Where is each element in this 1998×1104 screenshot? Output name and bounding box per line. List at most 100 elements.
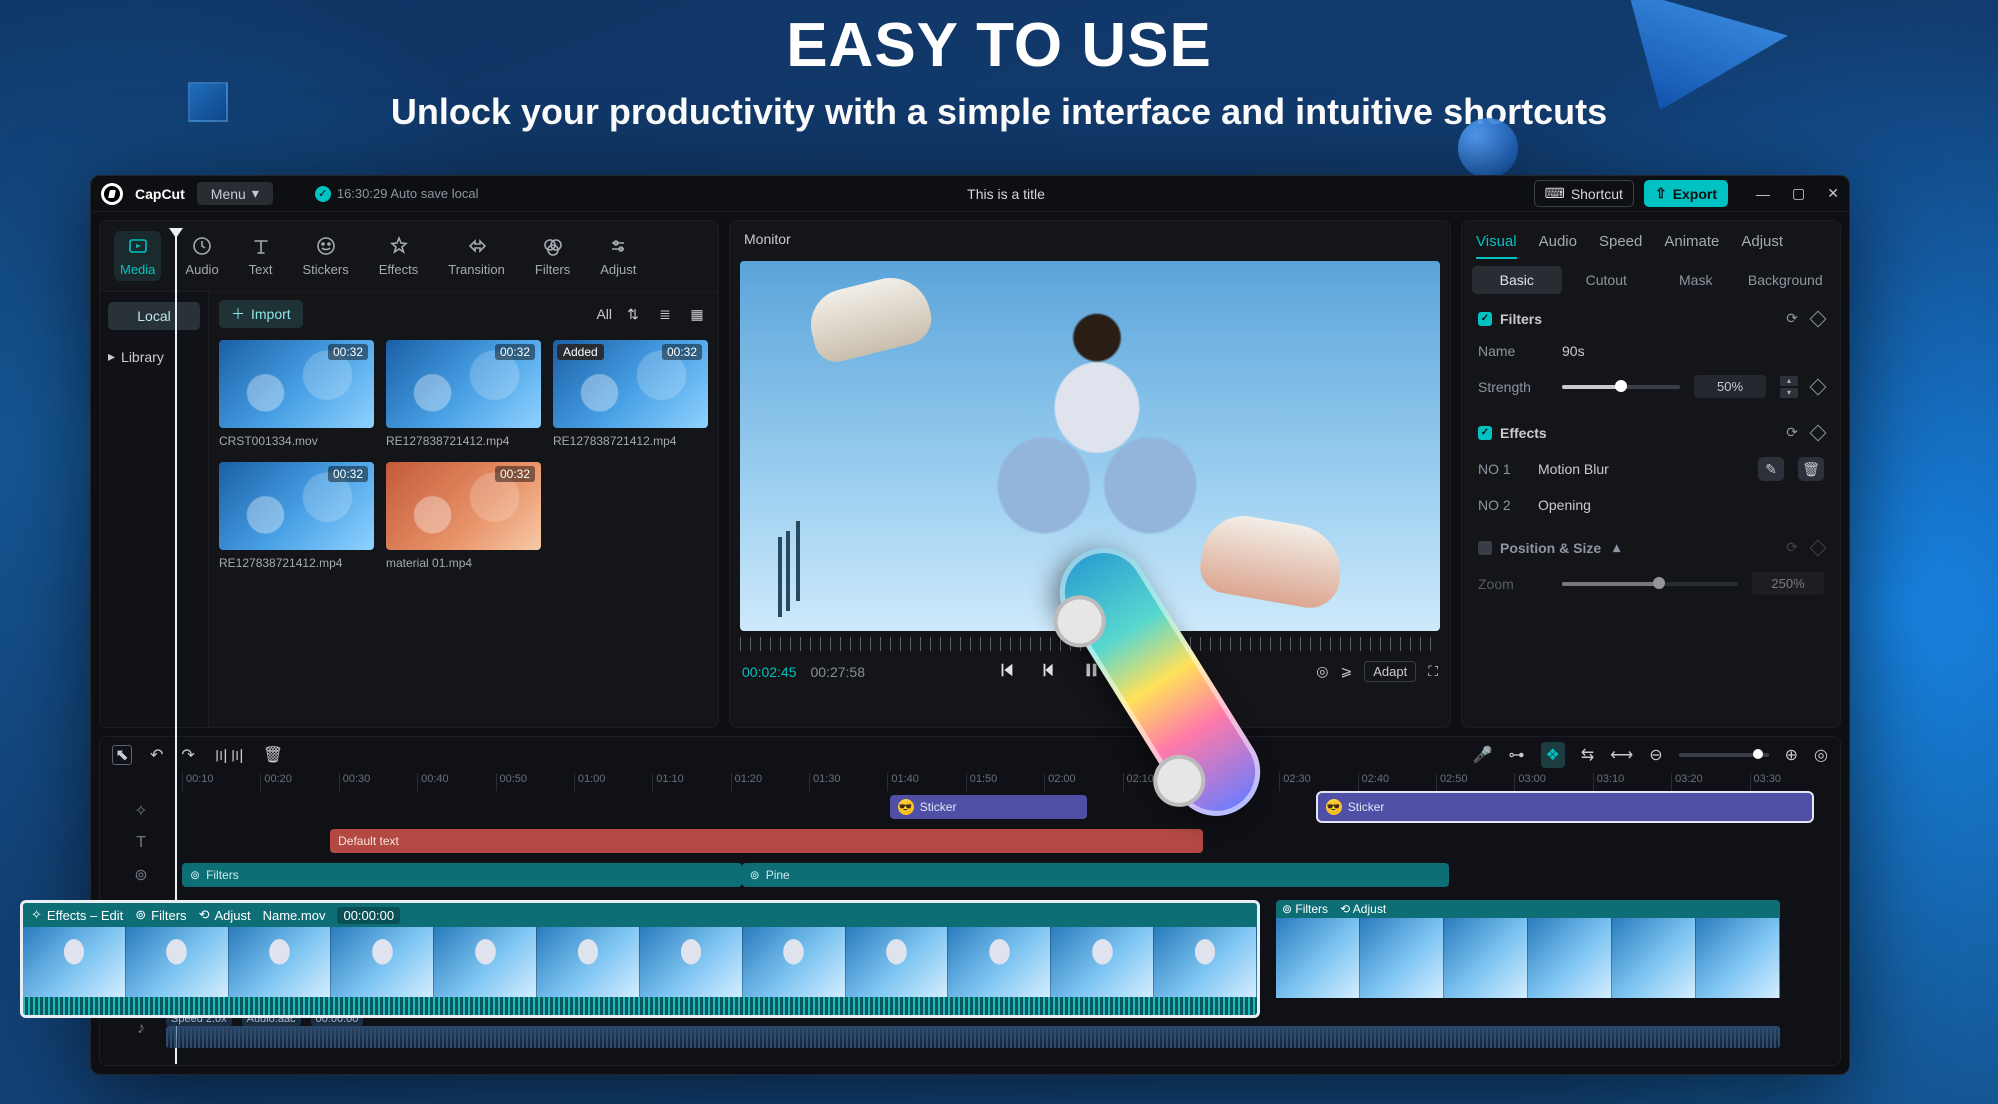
fullscreen-button[interactable]: ⛶ bbox=[1428, 663, 1438, 680]
media-panel: Media Audio Text Stickers Effects bbox=[99, 220, 719, 728]
strength-slider[interactable] bbox=[1562, 385, 1680, 389]
magnet-button[interactable]: ❖ bbox=[1541, 742, 1565, 768]
tick-label: 00:20 bbox=[260, 773, 338, 791]
filters-checkbox[interactable]: ✓ bbox=[1478, 312, 1492, 326]
keyframe-button[interactable] bbox=[1810, 539, 1827, 556]
split-button[interactable]: 〣〣 bbox=[213, 743, 245, 767]
zoom-fit-button[interactable]: ◎ bbox=[1814, 745, 1828, 765]
timeline-ruler[interactable]: 00:1000:2000:3000:4000:5001:0001:1001:20… bbox=[182, 773, 1828, 791]
keyframe-button[interactable] bbox=[1810, 310, 1827, 327]
inspector-tab-speed[interactable]: Speed bbox=[1599, 233, 1642, 250]
keyframe-button[interactable] bbox=[1810, 424, 1827, 441]
possize-checkbox[interactable] bbox=[1478, 541, 1492, 555]
inspector-tab-audio[interactable]: Audio bbox=[1539, 233, 1577, 250]
filter-clip[interactable]: ⊚ Pine bbox=[742, 863, 1450, 887]
scope-button[interactable]: ⩾ bbox=[1340, 663, 1352, 680]
close-button[interactable]: ✕ bbox=[1827, 185, 1839, 202]
inspector-tab-animate[interactable]: Animate bbox=[1664, 233, 1719, 250]
library-tab-local[interactable]: Local bbox=[108, 302, 200, 330]
shortcut-button[interactable]: ⌨ Shortcut bbox=[1534, 180, 1634, 207]
clip-tag-filters[interactable]: ⊚ Filters bbox=[135, 907, 186, 923]
tab-audio[interactable]: Audio bbox=[179, 231, 224, 281]
mic-button[interactable]: 🎤 bbox=[1473, 745, 1493, 765]
trim-button[interactable]: ⟷ bbox=[1610, 745, 1633, 765]
minimize-button[interactable]: — bbox=[1756, 186, 1770, 202]
tab-text[interactable]: Text bbox=[243, 231, 279, 281]
media-item[interactable]: 00:32 RE127838721412.mp4 bbox=[386, 340, 541, 448]
export-button[interactable]: ⇧ Export bbox=[1644, 180, 1728, 207]
adapt-button[interactable]: Adapt bbox=[1364, 661, 1416, 682]
clip-label: Sticker bbox=[920, 800, 957, 814]
tick-label: 03:00 bbox=[1514, 773, 1592, 791]
tab-stickers[interactable]: Stickers bbox=[297, 231, 355, 281]
keyframe-button[interactable] bbox=[1810, 378, 1827, 395]
media-item[interactable]: 00:32 RE127838721412.mp4 bbox=[219, 462, 374, 570]
clip-tag-effects[interactable]: ✧ Effects – Edit bbox=[31, 907, 123, 923]
delete-effect-button[interactable]: 🗑 bbox=[1798, 457, 1824, 481]
menu-button[interactable]: Menu ▾ bbox=[197, 182, 273, 205]
sticker-clip[interactable]: 😎 Sticker bbox=[890, 795, 1088, 819]
step-back-button[interactable] bbox=[1040, 661, 1058, 682]
right-clip-header[interactable]: ⊚ Filters ⟲ Adjust bbox=[1276, 900, 1780, 918]
view-list-button[interactable]: ≣ bbox=[654, 305, 676, 323]
effect-index: NO 2 bbox=[1478, 497, 1524, 513]
media-item[interactable]: Added00:32 RE127838721412.mp4 bbox=[553, 340, 708, 448]
media-item[interactable]: 00:32 CRST001334.mov bbox=[219, 340, 374, 448]
ripple-button[interactable]: ⇆ bbox=[1581, 745, 1594, 765]
inspector-subtab-basic[interactable]: Basic bbox=[1472, 266, 1562, 294]
tab-adjust[interactable]: Adjust bbox=[594, 231, 642, 281]
media-filename: RE127838721412.mp4 bbox=[553, 434, 708, 448]
reset-button[interactable]: ⟳ bbox=[1786, 539, 1798, 556]
effects-checkbox[interactable]: ✓ bbox=[1478, 426, 1492, 440]
reset-button[interactable]: ⟳ bbox=[1786, 424, 1798, 441]
link-button[interactable]: ⊶ bbox=[1509, 745, 1525, 765]
lane-icon-text[interactable]: T bbox=[100, 827, 182, 859]
selected-video-clip[interactable]: ✧ Effects – Edit ⊚ Filters ⟲ Adjust Name… bbox=[20, 900, 1260, 1018]
media-item[interactable]: 00:32 material 01.mp4 bbox=[386, 462, 541, 570]
tab-filters[interactable]: Filters bbox=[529, 231, 576, 281]
filter-clip[interactable]: ⊚ Filters bbox=[182, 863, 742, 887]
lane-icon-filter[interactable]: ⊚ bbox=[100, 859, 182, 891]
sticker-clip-selected[interactable]: 😎 Sticker bbox=[1318, 793, 1812, 821]
main-area: Media Audio Text Stickers Effects bbox=[91, 212, 1849, 728]
right-clip-thumbnails[interactable] bbox=[1276, 918, 1780, 998]
undo-button[interactable]: ↶ bbox=[150, 745, 163, 765]
view-grid-button[interactable]: ▦ bbox=[686, 305, 708, 323]
zoom-value[interactable]: 250% bbox=[1752, 572, 1824, 595]
filters-icon: ⊚ bbox=[190, 868, 200, 882]
tick-label: 01:20 bbox=[731, 773, 809, 791]
lane-icon-effects[interactable]: ✧ bbox=[100, 795, 182, 827]
zoom-out-button[interactable]: ⊖ bbox=[1649, 745, 1662, 765]
reset-button[interactable]: ⟳ bbox=[1786, 310, 1798, 327]
strength-value[interactable]: 50% bbox=[1694, 375, 1766, 398]
tab-effects[interactable]: Effects bbox=[373, 231, 425, 281]
strength-stepper[interactable]: ▴▾ bbox=[1780, 376, 1798, 398]
import-button[interactable]: ＋ Import bbox=[219, 300, 303, 328]
inspector-subtab-background[interactable]: Background bbox=[1741, 266, 1831, 294]
inspector-subtab-cutout[interactable]: Cutout bbox=[1562, 266, 1652, 294]
selection-tool[interactable]: ⬉ bbox=[112, 745, 132, 765]
text-clip[interactable]: Default text bbox=[330, 829, 1202, 853]
filter-all[interactable]: All bbox=[596, 306, 612, 322]
media-duration: 00:32 bbox=[328, 466, 368, 482]
tab-transition[interactable]: Transition bbox=[442, 231, 511, 281]
clip-tag-adjust[interactable]: ⟲ Adjust bbox=[199, 907, 251, 923]
tab-media[interactable]: Media bbox=[114, 231, 161, 281]
zoom-slider[interactable] bbox=[1562, 582, 1738, 586]
zoom-in-button[interactable]: ⊕ bbox=[1785, 745, 1798, 765]
library-tab-library[interactable]: ▸ Library bbox=[108, 348, 200, 365]
skip-back-button[interactable] bbox=[998, 661, 1016, 682]
timeline-zoom-slider[interactable] bbox=[1679, 753, 1769, 757]
adjust-icon bbox=[607, 235, 629, 257]
inspector-tab-visual[interactable]: Visual bbox=[1476, 233, 1517, 250]
inspector-subtab-mask[interactable]: Mask bbox=[1651, 266, 1741, 294]
snapshot-button[interactable]: ◎ bbox=[1316, 663, 1328, 680]
inspector-tab-adjust[interactable]: Adjust bbox=[1741, 233, 1783, 250]
redo-button[interactable]: ↷ bbox=[181, 745, 194, 765]
media-icon bbox=[127, 235, 149, 257]
delete-button[interactable]: 🗑 bbox=[263, 745, 283, 765]
sort-button[interactable]: ⇅ bbox=[622, 305, 644, 323]
maximize-button[interactable]: ▢ bbox=[1792, 185, 1805, 202]
project-title[interactable]: This is a title bbox=[479, 186, 1534, 202]
edit-effect-button[interactable]: ✎ bbox=[1758, 457, 1784, 481]
